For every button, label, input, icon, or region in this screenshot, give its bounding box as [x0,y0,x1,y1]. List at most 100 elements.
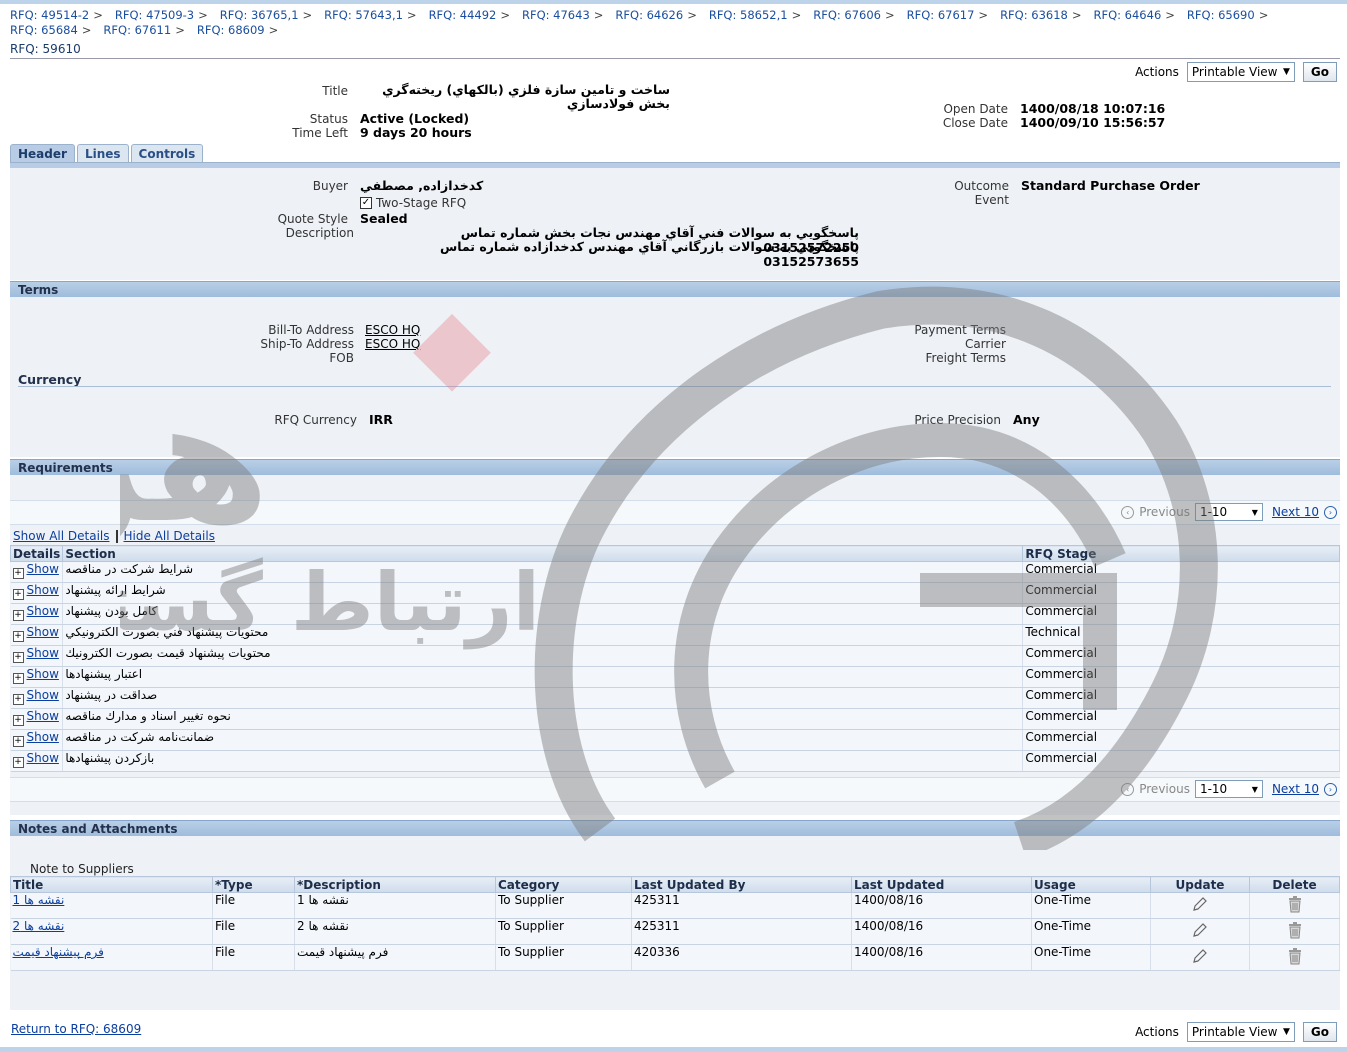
attachment-title-link[interactable]: نقشه ها 1 [13,893,65,907]
breadcrumb-label[interactable]: RFQ: 68609 [197,23,265,37]
breadcrumb-item[interactable]: RFQ: 58652,1 > [709,8,801,23]
update-cell [1150,944,1250,971]
breadcrumb-separator: > [268,23,279,37]
expand-plus-icon[interactable]: + [12,589,24,600]
breadcrumb-label[interactable]: RFQ: 67611 [103,23,171,37]
attachment-title-link[interactable]: فرم پيشنهاد قيمت [13,945,104,959]
show-all-details-link[interactable]: Show All Details [13,529,110,543]
chevron-down-icon: ▼ [1282,67,1290,77]
breadcrumb-item[interactable]: RFQ: 63618 > [1000,8,1081,23]
breadcrumb: RFQ: 49514-2 > RFQ: 47509-3 > RFQ: 36765,1 > R… [10,8,1330,38]
trash-icon[interactable] [1252,947,1337,968]
breadcrumb-label[interactable]: RFQ: 67617 [907,8,975,22]
breadcrumb-item[interactable]: RFQ: 67611 > [103,23,184,38]
expand-plus-icon[interactable]: + [12,568,24,579]
show-link[interactable]: Show [27,730,59,744]
breadcrumb-item[interactable]: RFQ: 47643 > [522,8,603,23]
show-link[interactable]: Show [27,688,59,702]
details-cell: + Show [10,729,64,751]
breadcrumb-item[interactable]: RFQ: 64626 > [615,8,696,23]
page-range-select[interactable]: 1-10 ▼ [1194,503,1263,521]
show-link[interactable]: Show [27,751,59,765]
page-range-value: 1-10 [1199,782,1228,796]
next-arrow-icon[interactable]: › [1324,782,1337,796]
show-link[interactable]: Show [27,709,59,723]
pencil-icon[interactable] [1153,896,1247,915]
details-cell: + Show [10,666,64,688]
breadcrumb-item[interactable]: RFQ: 44492 > [429,8,510,23]
actions-select[interactable]: Printable View ▼ [1186,1022,1295,1042]
breadcrumb-label[interactable]: RFQ: 47643 [522,8,590,22]
show-link[interactable]: Show [27,625,59,639]
breadcrumb-label[interactable]: RFQ: 64626 [615,8,683,22]
breadcrumb-label[interactable]: RFQ: 47509-3 [115,8,194,22]
pencil-icon[interactable] [1153,922,1247,941]
breadcrumb-label[interactable]: RFQ: 64646 [1093,8,1161,22]
breadcrumb-item[interactable]: RFQ: 67617 > [907,8,988,23]
breadcrumb-label[interactable]: RFQ: 65684 [10,23,78,37]
next-link[interactable]: Next 10 [1272,505,1319,519]
breadcrumb-label[interactable]: RFQ: 67606 [813,8,881,22]
breadcrumb-item[interactable]: RFQ: 36765,1 > [220,8,312,23]
breadcrumb-label[interactable]: RFQ: 36765,1 [220,8,299,22]
tab-lines[interactable]: Lines [76,144,129,163]
tab-controls[interactable]: Controls [130,144,204,163]
expand-plus-icon[interactable]: + [12,673,24,684]
freight-terms-label: Freight Terms [925,351,1007,365]
breadcrumb-item[interactable]: RFQ: 67606 > [813,8,894,23]
expand-plus-icon[interactable]: + [12,694,24,705]
open-date-value: 1400/08/18 10:07:16 [1020,101,1166,116]
breadcrumb-separator: > [198,8,208,22]
expand-plus-icon[interactable]: + [12,652,24,663]
return-to-rfq-link[interactable]: Return to RFQ: 68609 [11,1022,141,1036]
breadcrumb-item[interactable]: RFQ: 49514-2 > [10,8,103,23]
breadcrumb-label[interactable]: RFQ: 65690 [1187,8,1255,22]
expand-plus-icon[interactable]: + [12,715,24,726]
breadcrumb-item[interactable]: RFQ: 64646 > [1093,8,1174,23]
breadcrumb-item[interactable]: RFQ: 57643,1 > [324,8,416,23]
breadcrumb-item[interactable]: RFQ: 47509-3 > [115,8,208,23]
rfq-stage-cell: Commercial [1022,666,1340,688]
page-range-select[interactable]: 1-10 ▼ [1194,780,1263,798]
col-rfq-stage: RFQ Stage [1022,545,1340,562]
note-to-suppliers-label: Note to Suppliers [30,862,134,876]
table-row: + Show ضمانت‌نامه شركت در مناقصه Commercial [10,729,1340,751]
breadcrumb-item[interactable]: RFQ: 68609 > [197,23,278,38]
next-link[interactable]: Next 10 [1272,782,1319,796]
tab-header[interactable]: Header [10,144,75,163]
show-link[interactable]: Show [27,646,59,660]
breadcrumb-label[interactable]: RFQ: 58652,1 [709,8,788,22]
hide-all-details-link[interactable]: Hide All Details [124,529,215,543]
next-arrow-icon[interactable]: › [1324,505,1337,519]
breadcrumb-label[interactable]: RFQ: 57643,1 [324,8,403,22]
breadcrumb-label[interactable]: RFQ: 44492 [429,8,497,22]
expand-plus-icon[interactable]: + [12,757,24,768]
actions-bar-top: Actions Printable View ▼ Go [1135,62,1337,82]
trash-icon[interactable] [1252,921,1337,942]
expand-plus-icon[interactable]: + [12,631,24,642]
breadcrumb-label[interactable]: RFQ: 63618 [1000,8,1068,22]
trash-icon[interactable] [1252,895,1337,916]
pencil-icon[interactable] [1153,948,1247,967]
breadcrumb-item[interactable]: RFQ: 65684 > [10,23,91,38]
show-link[interactable]: Show [27,562,59,576]
expand-plus-icon[interactable]: + [12,736,24,747]
section-cell: نحوه تغيير اسناد و مدارك مناقصه [62,708,1024,730]
show-link[interactable]: Show [27,604,59,618]
show-link[interactable]: Show [27,583,59,597]
bill-to-link[interactable]: ESCO HQ [365,323,420,337]
breadcrumb-label[interactable]: RFQ: 49514-2 [10,8,89,22]
expand-plus-icon[interactable]: + [12,610,24,621]
breadcrumb-item[interactable]: RFQ: 65690 > [1187,8,1268,23]
table-row: + Show صداقت در پيشنهاد Commercial [10,687,1340,709]
rfq-stage-cell: Commercial [1022,729,1340,751]
attachment-title-link[interactable]: نقشه ها 2 [13,919,65,933]
actions-select[interactable]: Printable View ▼ [1186,62,1295,82]
ship-to-link[interactable]: ESCO HQ [365,337,420,351]
go-button[interactable]: Go [1302,1022,1337,1042]
go-button[interactable]: Go [1302,62,1337,82]
show-link[interactable]: Show [27,667,59,681]
checkbox-checked-icon[interactable]: ✓ [360,197,372,209]
table-row: + Show كامل بودن پيشنهاد Commercial [10,603,1340,625]
breadcrumb-separator: > [1165,8,1175,22]
